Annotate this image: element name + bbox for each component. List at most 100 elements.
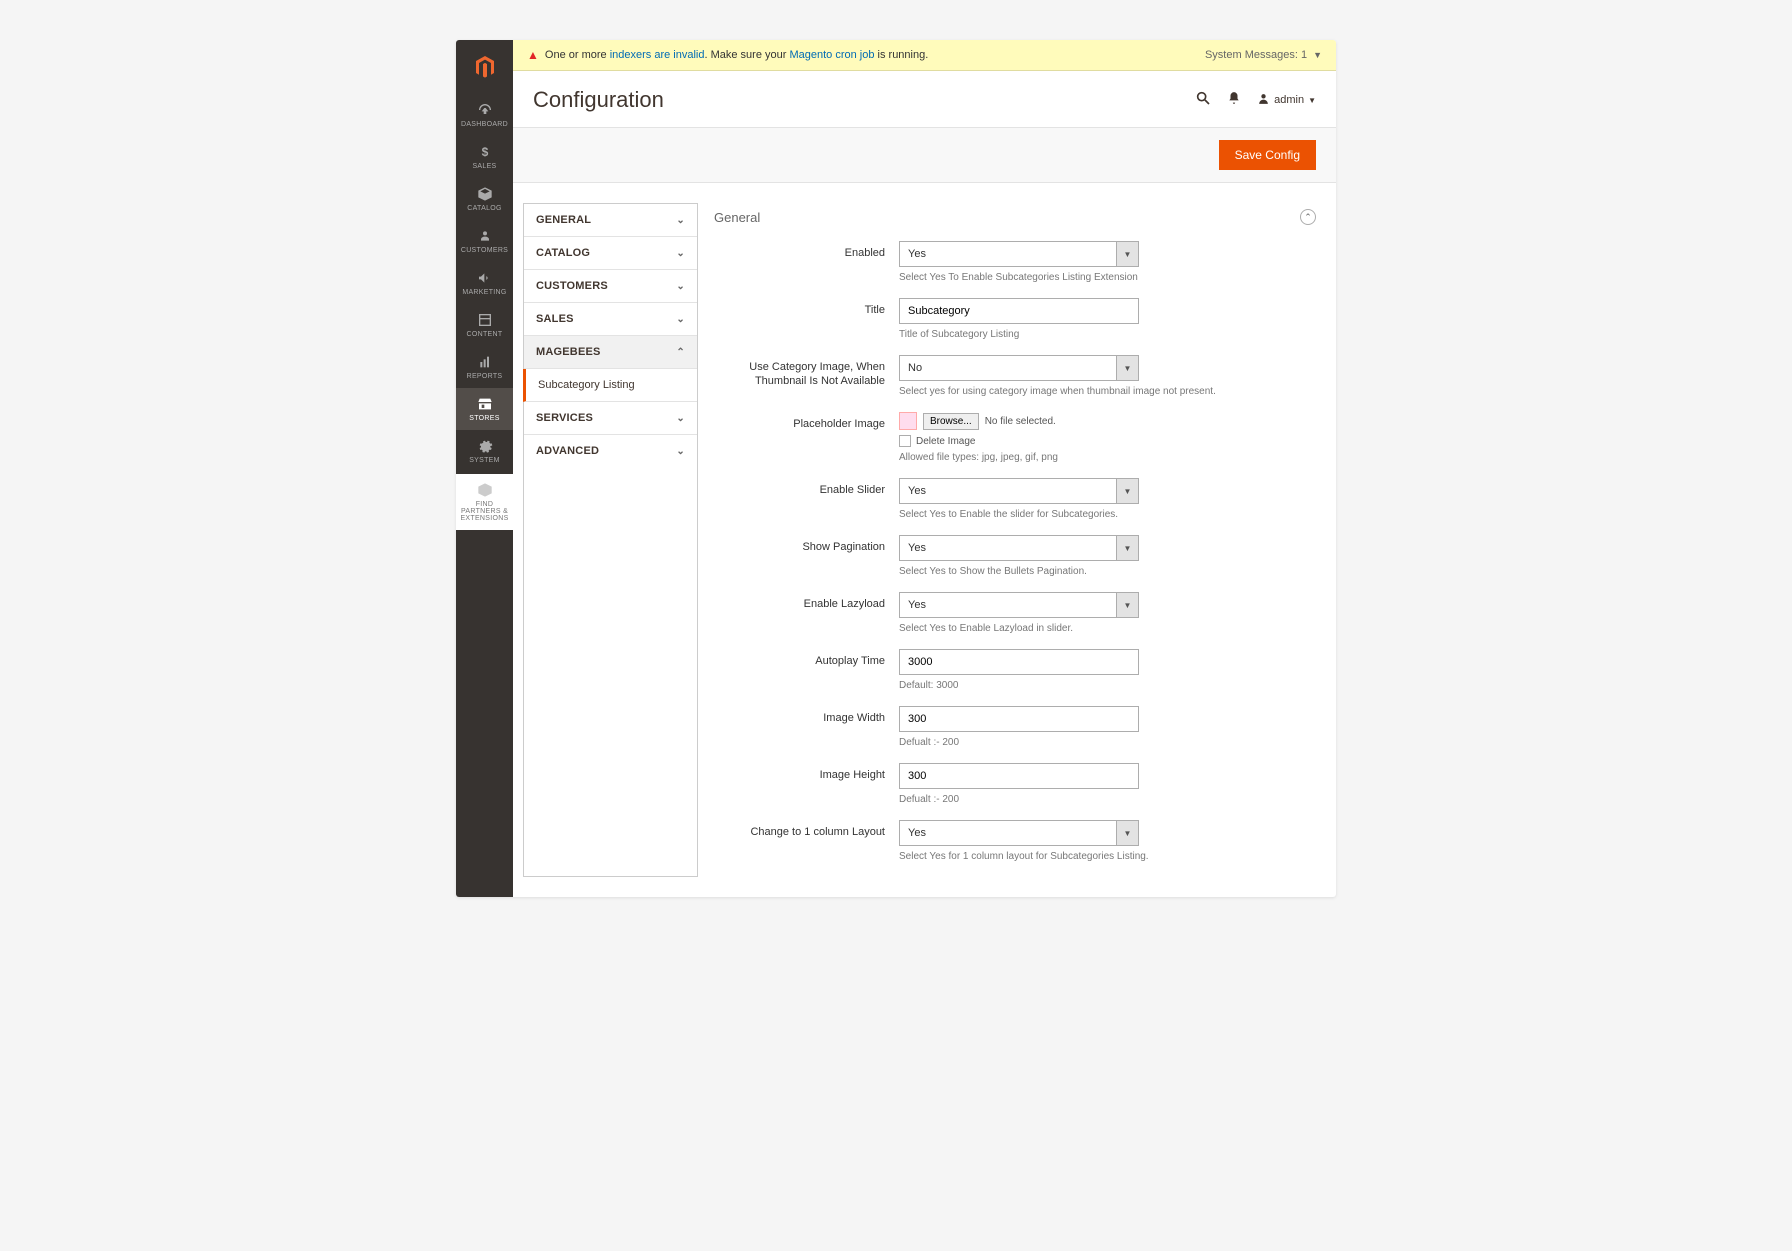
nav-partners[interactable]: FIND PARTNERS & EXTENSIONS [456, 474, 513, 530]
chevron-down-icon: ▼ [1116, 821, 1138, 845]
nav-marketing[interactable]: MARKETING [456, 262, 513, 304]
field-hint: Select yes for using category image when… [899, 385, 1316, 398]
system-message-count[interactable]: System Messages: 1 [1205, 49, 1307, 61]
chevron-down-icon: ▼ [1116, 242, 1138, 266]
field-hint: Title of Subcategory Listing [899, 328, 1316, 341]
system-message-text: One or more indexers are invalid. Make s… [545, 49, 1195, 61]
delete-image-label: Delete Image [916, 436, 975, 447]
config-tab-magebees[interactable]: MAGEBEES⌃ [524, 336, 697, 369]
chevron-up-icon: ⌃ [676, 347, 685, 358]
dollar-icon: $ [477, 144, 493, 160]
layout-select[interactable]: Yes▼ [899, 820, 1139, 846]
chevron-down-icon[interactable]: ▼ [1313, 50, 1322, 60]
config-tabs: GENERAL⌄ CATALOG⌄ CUSTOMERS⌄ SALES⌄ MAGE… [523, 203, 698, 877]
nav-reports[interactable]: REPORTS [456, 346, 513, 388]
chevron-down-icon: ▼ [1308, 96, 1316, 105]
gear-icon [477, 438, 493, 454]
field-label-width: Image Width [714, 706, 899, 749]
nav-dashboard[interactable]: DASHBOARD [456, 94, 513, 136]
admin-sidebar: DASHBOARD $ SALES CATALOG CUSTOMERS MARKE… [456, 40, 513, 897]
customers-icon [477, 228, 493, 244]
field-label-height: Image Height [714, 763, 899, 806]
nav-stores[interactable]: STORES [456, 388, 513, 430]
config-tab-catalog[interactable]: CATALOG⌄ [524, 237, 697, 270]
slider-select[interactable]: Yes▼ [899, 478, 1139, 504]
chevron-down-icon: ⌄ [676, 215, 685, 226]
action-bar: Save Config [513, 127, 1336, 183]
chevron-down-icon: ⌄ [676, 314, 685, 325]
dashboard-icon [477, 102, 493, 118]
nav-customers[interactable]: CUSTOMERS [456, 220, 513, 262]
chevron-down-icon: ⌄ [676, 413, 685, 424]
nav-content[interactable]: CONTENT [456, 304, 513, 346]
title-input[interactable] [899, 298, 1139, 324]
nav-label: REPORTS [467, 373, 503, 380]
config-tab-general[interactable]: GENERAL⌄ [524, 204, 697, 237]
nav-label: FIND PARTNERS & EXTENSIONS [458, 501, 511, 522]
nav-label: CATALOG [467, 205, 502, 212]
field-hint: Defualt :- 200 [899, 793, 1316, 806]
nav-label: SYSTEM [469, 457, 500, 464]
field-hint: Select Yes to Show the Bullets Paginatio… [899, 565, 1316, 578]
stores-icon [477, 396, 493, 412]
svg-text:$: $ [481, 145, 488, 159]
config-panel: General ⌃ Enabled Yes▼ Select Yes To Ena… [708, 203, 1336, 877]
config-tab-customers[interactable]: CUSTOMERS⌄ [524, 270, 697, 303]
nav-label: SALES [472, 163, 496, 170]
chevron-down-icon: ▼ [1116, 593, 1138, 617]
notifications-icon[interactable] [1227, 91, 1241, 110]
chevron-down-icon: ▼ [1116, 536, 1138, 560]
nav-sales[interactable]: $ SALES [456, 136, 513, 178]
cron-link[interactable]: Magento cron job [789, 49, 874, 61]
nav-catalog[interactable]: CATALOG [456, 178, 513, 220]
autoplay-input[interactable] [899, 649, 1139, 675]
config-tab-services[interactable]: SERVICES⌄ [524, 402, 697, 435]
reports-icon [477, 354, 493, 370]
nav-label: STORES [469, 415, 499, 422]
nav-system[interactable]: SYSTEM [456, 430, 513, 472]
nav-label: MARKETING [462, 289, 506, 296]
nav-label: CUSTOMERS [461, 247, 508, 254]
field-label-layout: Change to 1 column Layout [714, 820, 899, 863]
field-hint: Select Yes for 1 column layout for Subca… [899, 850, 1316, 863]
field-hint: Select Yes to Enable the slider for Subc… [899, 508, 1316, 521]
page-header: Configuration admin ▼ [513, 71, 1336, 127]
field-label-catimg: Use Category Image, When Thumbnail Is No… [714, 355, 899, 398]
chevron-down-icon: ⌄ [676, 248, 685, 259]
magento-logo[interactable] [456, 40, 513, 94]
config-subtab-subcategory-listing[interactable]: Subcategory Listing [523, 369, 697, 402]
admin-account-button[interactable]: admin ▼ [1257, 92, 1316, 108]
category-image-select[interactable]: No▼ [899, 355, 1139, 381]
partners-icon [477, 482, 493, 498]
user-icon [1257, 92, 1270, 108]
delete-image-checkbox[interactable] [899, 435, 911, 447]
field-label-placeholder: Placeholder Image [714, 412, 899, 464]
width-input[interactable] [899, 706, 1139, 732]
file-status: No file selected. [985, 416, 1056, 427]
height-input[interactable] [899, 763, 1139, 789]
config-tab-sales[interactable]: SALES⌄ [524, 303, 697, 336]
section-title: General [714, 210, 760, 225]
field-label-enabled: Enabled [714, 241, 899, 284]
lazyload-select[interactable]: Yes▼ [899, 592, 1139, 618]
collapse-icon[interactable]: ⌃ [1300, 209, 1316, 225]
admin-label: admin [1274, 94, 1304, 106]
field-label-autoplay: Autoplay Time [714, 649, 899, 692]
pagination-select[interactable]: Yes▼ [899, 535, 1139, 561]
field-hint: Defualt :- 200 [899, 736, 1316, 749]
nav-label: CONTENT [467, 331, 503, 338]
indexers-link[interactable]: indexers are invalid [610, 49, 705, 61]
page-title: Configuration [533, 87, 1179, 113]
save-config-button[interactable]: Save Config [1219, 140, 1316, 170]
nav-label: DASHBOARD [461, 121, 508, 128]
browse-button[interactable]: Browse... [923, 413, 979, 430]
section-general-header[interactable]: General ⌃ [714, 203, 1316, 241]
field-hint: Select Yes To Enable Subcategories Listi… [899, 271, 1316, 284]
warning-icon: ▲ [527, 48, 539, 62]
search-icon[interactable] [1195, 90, 1211, 111]
chevron-down-icon: ▼ [1116, 479, 1138, 503]
field-label-lazyload: Enable Lazyload [714, 592, 899, 635]
marketing-icon [477, 270, 493, 286]
config-tab-advanced[interactable]: ADVANCED⌄ [524, 435, 697, 467]
enabled-select[interactable]: Yes▼ [899, 241, 1139, 267]
